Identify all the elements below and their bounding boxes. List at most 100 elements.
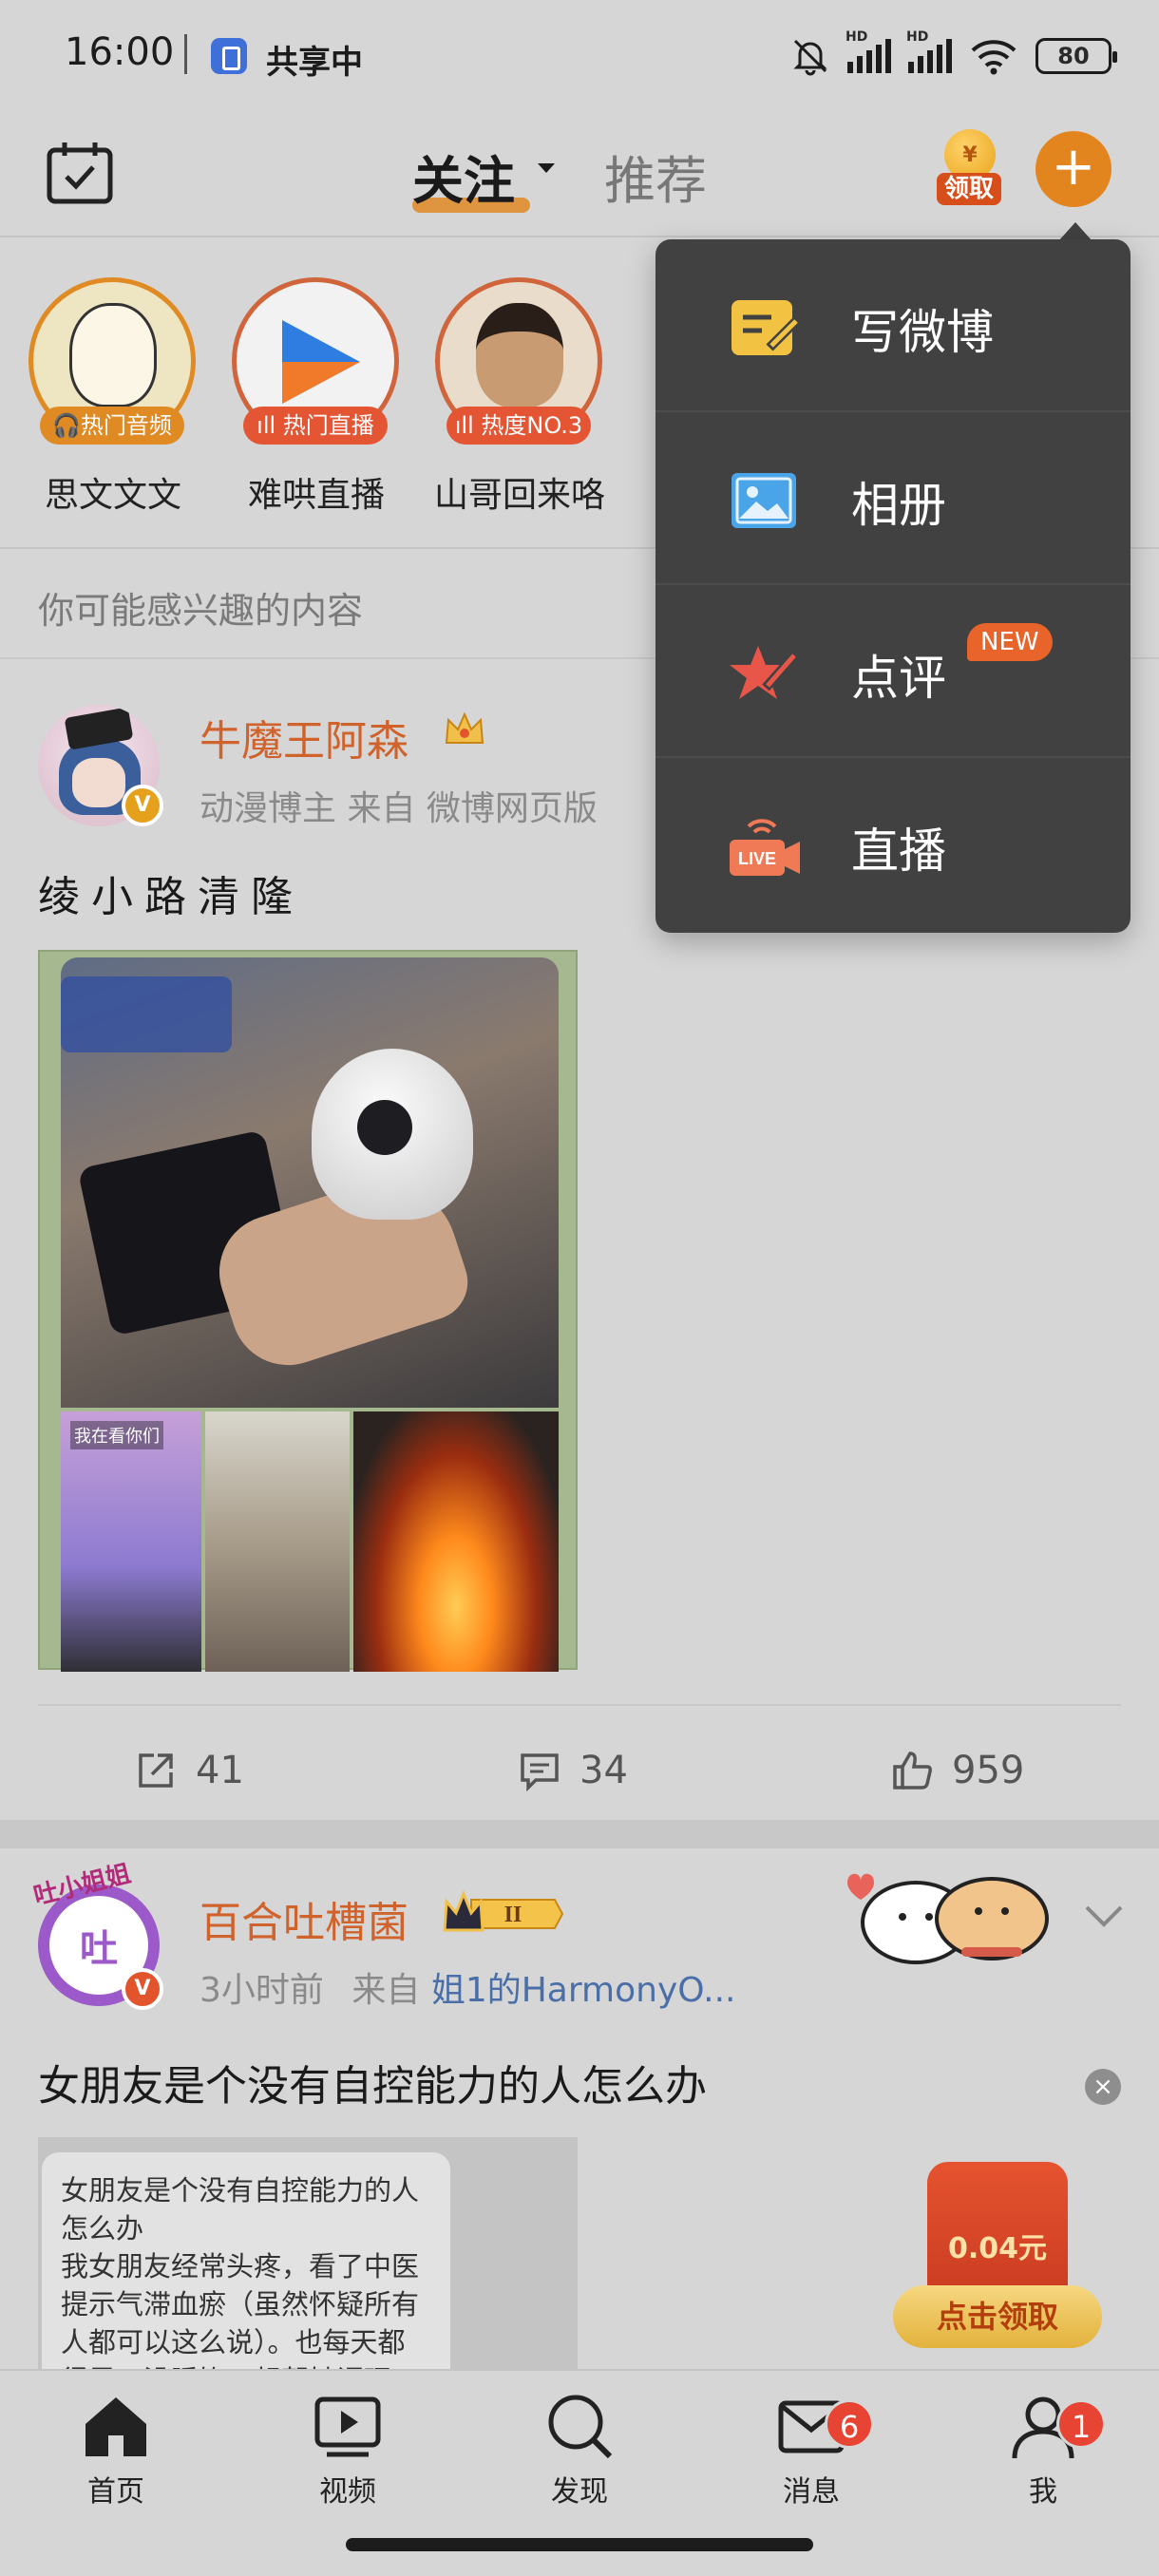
verified-badge-icon: V xyxy=(122,1968,163,2010)
avatar-face xyxy=(72,758,125,807)
status-icons: HD HD 80 xyxy=(790,29,1117,80)
feed-post[interactable]: 吐 吐小姐姐 V 百合吐槽菌 II 3小时前 来自 姐1的HarmonyO...… xyxy=(0,1848,1159,2369)
search-icon xyxy=(548,2395,613,2459)
story-tag: 🎧热门音频 xyxy=(40,407,184,445)
repost-button[interactable]: 41 xyxy=(133,1748,244,1793)
menu-item-write-post[interactable]: 写微博 xyxy=(656,239,1130,412)
thumbs-up-icon xyxy=(893,1752,932,1790)
author-name[interactable]: 牛魔王阿森 xyxy=(200,707,408,767)
like-count: 959 xyxy=(952,1749,1025,1792)
video-icon xyxy=(314,2396,381,2457)
story-tag: ıll 热门直播 xyxy=(243,407,388,445)
home-indicator[interactable] xyxy=(346,2538,813,2551)
write-post-icon xyxy=(732,300,802,355)
review-icon xyxy=(730,646,800,699)
story-name: 思文文文 xyxy=(44,476,181,515)
unread-badge: 6 xyxy=(825,2399,874,2449)
photo-caption: 我在看你们 xyxy=(70,1421,163,1449)
menu-item-album[interactable]: 相册 xyxy=(656,412,1130,585)
nav-label: 消息 xyxy=(783,2475,840,2509)
post-image-text: 女朋友是个没有自控能力的人怎么办 我女朋友经常头疼，看了中医提示气滞血瘀（虽然怀… xyxy=(42,2152,450,2369)
feed-separator xyxy=(0,1820,1159,1848)
menu-label: 写微博 xyxy=(851,305,994,360)
hd-label: HD xyxy=(906,29,929,45)
share-icon xyxy=(139,1753,173,1788)
claim-reward-button[interactable]: ¥ 领取 xyxy=(937,129,1001,209)
comment-icon xyxy=(521,1753,559,1792)
photo-thumb xyxy=(353,1411,559,1672)
divider xyxy=(38,1704,1121,1706)
compose-plus-button[interactable]: + xyxy=(1036,131,1112,207)
tab-follow[interactable]: 关注 xyxy=(412,139,515,214)
top-nav: 关注 推荐 ¥ 领取 + xyxy=(0,110,1159,237)
avatar-illustration xyxy=(476,303,563,407)
bell-muted-icon xyxy=(793,39,827,76)
level-text: II xyxy=(504,1903,522,1927)
nav-label: 我 xyxy=(1029,2475,1057,2509)
story-name: 难哄直播 xyxy=(247,476,385,515)
nav-messages[interactable]: 消息 6 xyxy=(735,2390,887,2510)
status-bar: 16:00 共享中 HD HD 80 xyxy=(0,0,1159,110)
close-ad-button[interactable]: × xyxy=(1085,2069,1121,2105)
nav-video[interactable]: 视频 xyxy=(272,2390,424,2510)
post-text[interactable]: 女朋友是个没有自控能力的人怎么办 xyxy=(38,2052,707,2112)
cell-signal-1-icon: HD xyxy=(846,29,891,73)
live-icon-text: LIVE xyxy=(738,849,776,868)
red-packet-icon[interactable]: 0.04元 xyxy=(927,2162,1068,2304)
post-meta: 3小时前 来自 姐1的HarmonyO... xyxy=(200,1962,735,2012)
status-divider xyxy=(184,34,187,74)
post-image[interactable]: 我在看你们 xyxy=(38,950,578,1672)
nav-discover[interactable]: 发现 xyxy=(504,2390,656,2510)
post-from: 来自 xyxy=(352,1971,421,2010)
member-level-badge-icon: II xyxy=(443,1890,564,1932)
post-source[interactable]: 姐1的HarmonyO... xyxy=(431,1971,736,2010)
unread-badge: 1 xyxy=(1056,2399,1106,2449)
new-badge: NEW xyxy=(967,623,1053,661)
post-image[interactable]: 女朋友是个没有自控能力的人怎么办 我女朋友经常头疼，看了中医提示气滞血瘀（虽然怀… xyxy=(38,2137,578,2369)
wifi-icon xyxy=(971,40,1016,75)
status-time: 16:00 xyxy=(65,30,175,74)
cell-signal-2-icon: HD xyxy=(906,29,952,73)
share-status-text: 共享中 xyxy=(266,44,363,82)
comment-count: 34 xyxy=(580,1749,628,1792)
repost-count: 41 xyxy=(196,1749,244,1792)
menu-item-review[interactable]: 点评 NEW xyxy=(656,585,1130,758)
photo-thumb: 我在看你们 xyxy=(61,1411,201,1672)
menu-pointer xyxy=(1058,222,1092,241)
crown-icon xyxy=(445,711,484,744)
post-meta: 动漫博主 来自 微博网页版 xyxy=(200,789,598,828)
menu-label: 直播 xyxy=(851,824,946,879)
caret-down-icon[interactable] xyxy=(538,163,555,173)
menu-item-live[interactable]: LIVE 直播 xyxy=(656,758,1130,931)
story-name: 山哥回来咯 xyxy=(433,476,605,515)
claim-label: 领取 xyxy=(937,173,1001,205)
photo-thumb xyxy=(205,1411,350,1672)
nav-label: 首页 xyxy=(87,2475,144,2509)
screen-share-icon xyxy=(211,38,247,74)
photo-detail xyxy=(61,976,232,1052)
battery-indicator: 80 xyxy=(1036,38,1117,74)
dog-sticker-icon xyxy=(847,1873,1049,1964)
avatar-illustration xyxy=(69,303,157,407)
menu-label: 点评 xyxy=(851,651,946,706)
red-packet-claim-button[interactable]: 点击领取 xyxy=(893,2285,1102,2348)
post-text[interactable]: 绫小路清隆 xyxy=(38,862,304,923)
check-in-calendar-icon[interactable] xyxy=(46,139,114,205)
story-tag: ıll 热度NO.3 xyxy=(446,407,591,445)
like-button[interactable]: 959 xyxy=(889,1748,1024,1793)
home-icon xyxy=(86,2397,146,2456)
chevron-down-icon[interactable] xyxy=(1083,1902,1125,1930)
compose-menu: 写微博 相册 点评 NEW LIVE 直播 xyxy=(656,239,1130,933)
comment-button[interactable]: 34 xyxy=(517,1748,628,1793)
red-packet-amount: 0.04元 xyxy=(947,2232,1048,2265)
tab-recommend[interactable]: 推荐 xyxy=(604,139,707,214)
post-time: 3小时前 xyxy=(200,1971,324,2010)
nav-me[interactable]: 我 1 xyxy=(967,2390,1119,2510)
hd-label: HD xyxy=(846,29,868,45)
nav-label: 发现 xyxy=(551,2475,608,2509)
author-name[interactable]: 百合吐槽菌 xyxy=(200,1888,408,1949)
nav-label: 视频 xyxy=(319,2475,376,2509)
live-icon: LIVE xyxy=(730,819,800,876)
verified-badge-icon: V xyxy=(122,785,163,826)
nav-home[interactable]: 首页 xyxy=(40,2390,192,2510)
